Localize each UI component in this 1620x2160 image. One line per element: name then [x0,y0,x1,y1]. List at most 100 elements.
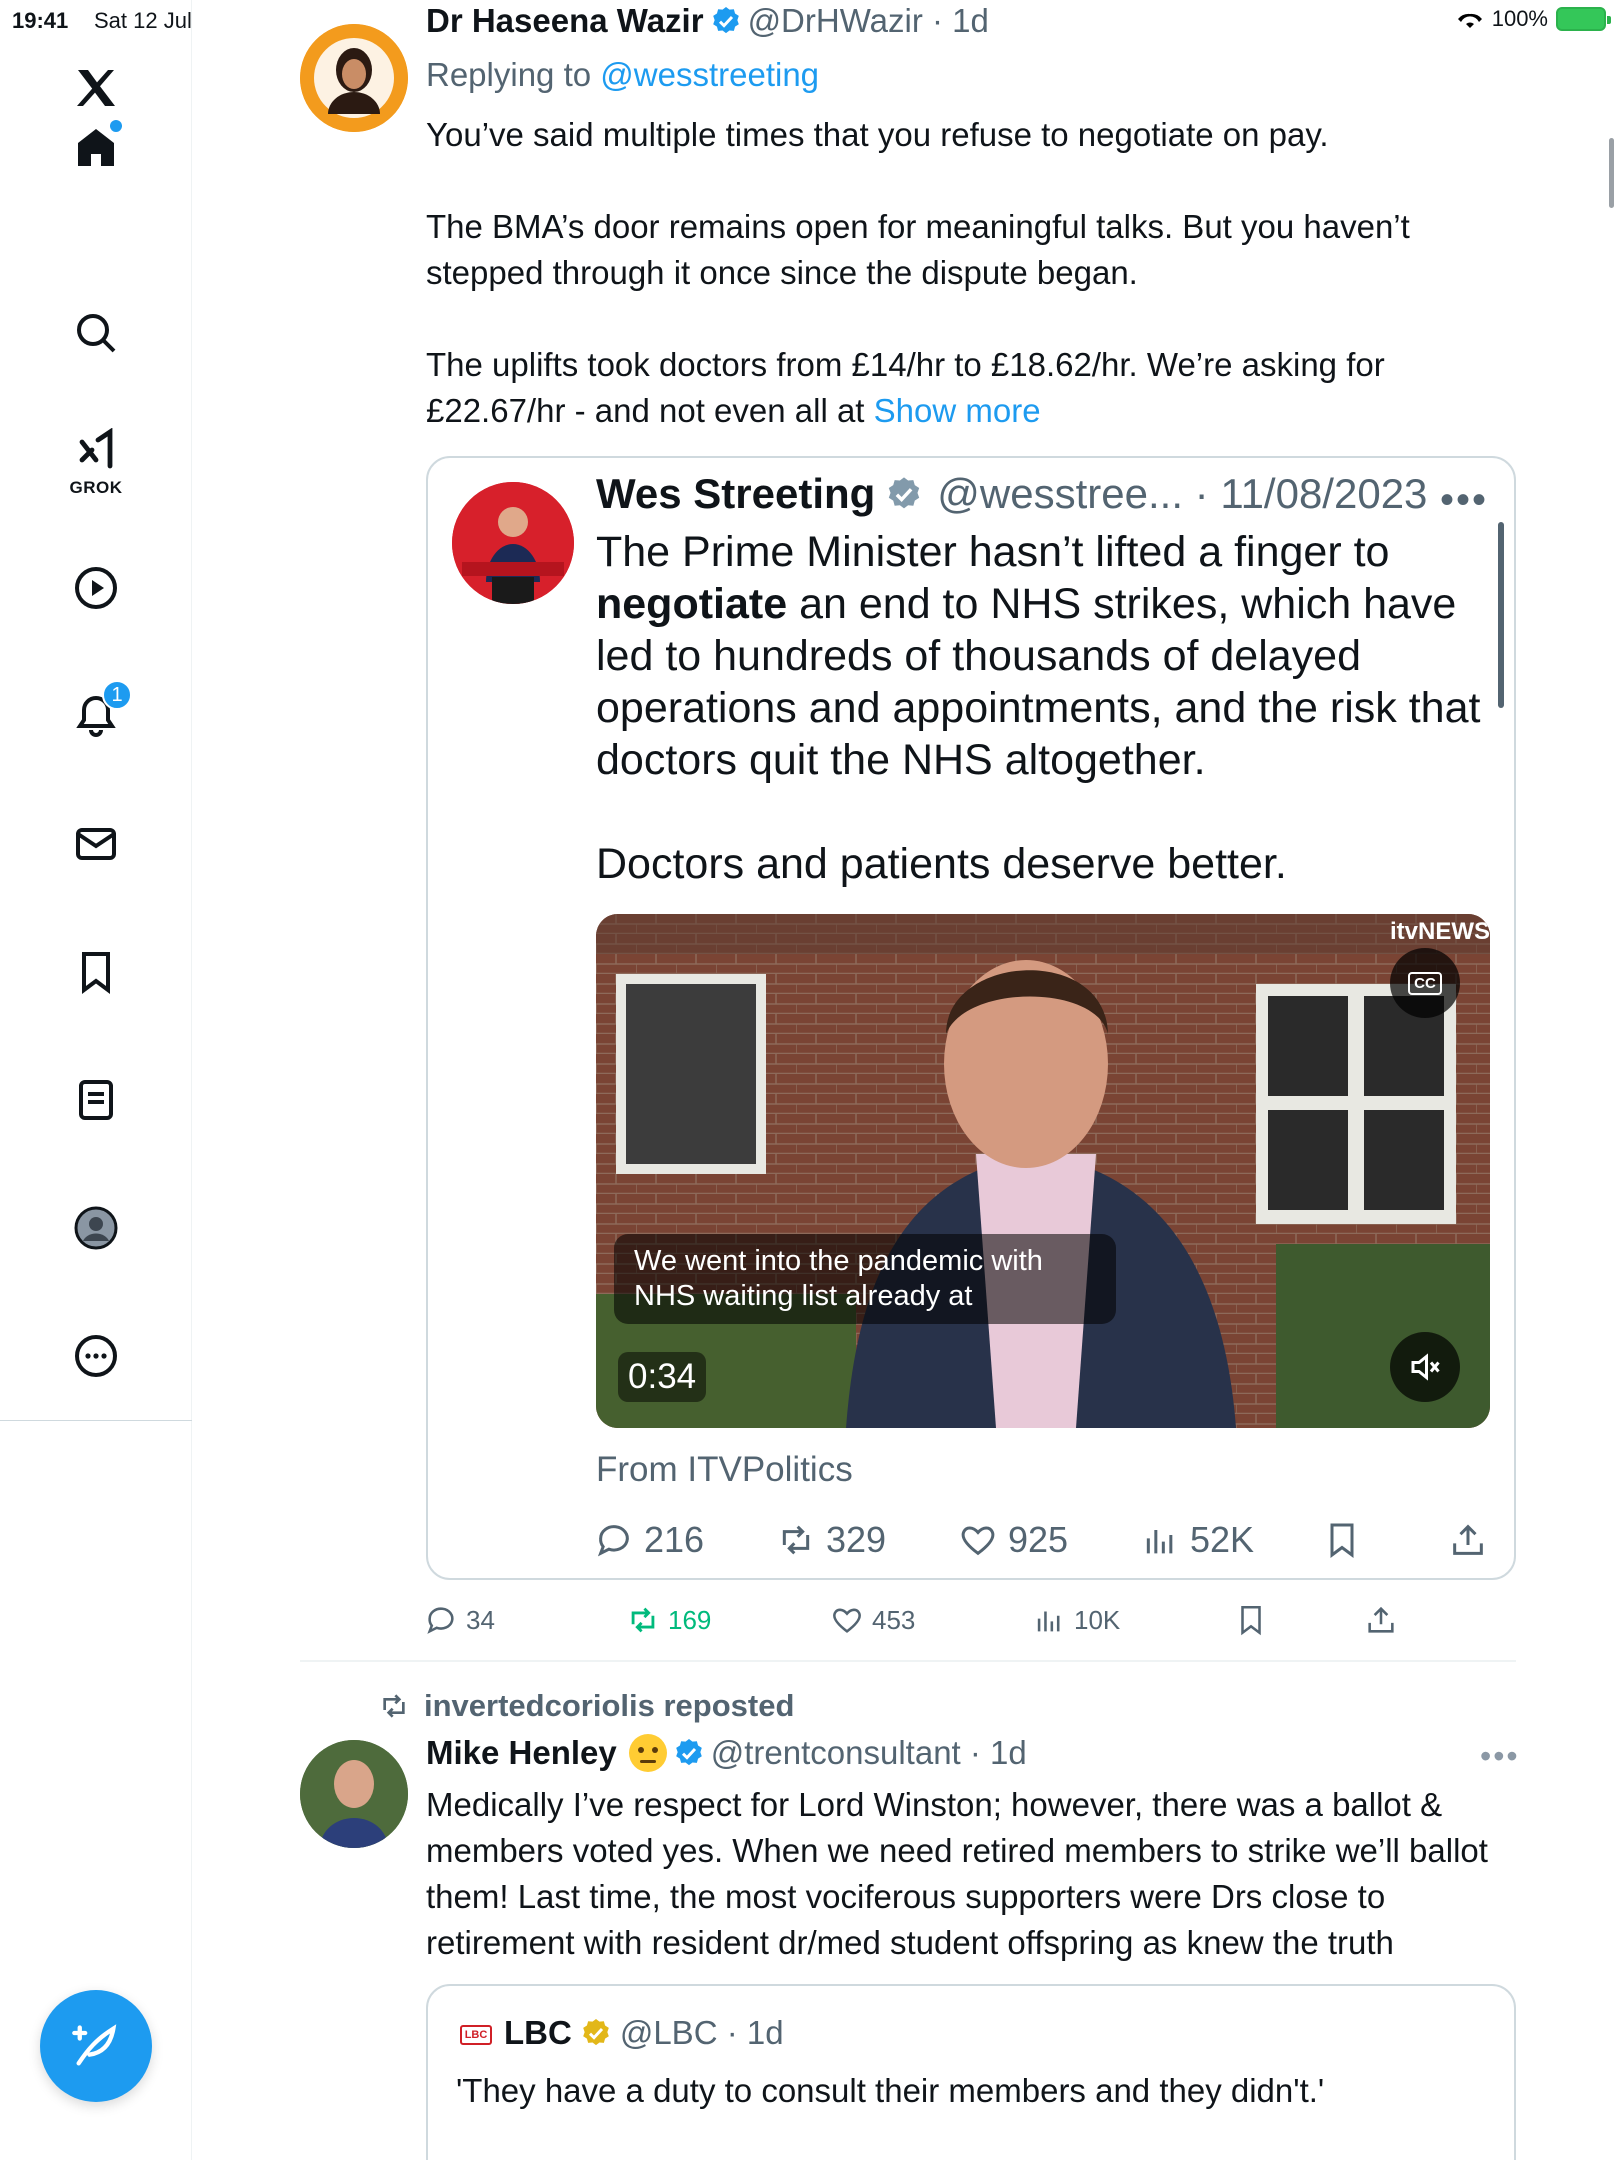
avatar[interactable] [300,1740,408,1848]
quoted-like-action[interactable]: 925 [958,1514,1068,1566]
tweet-text: Medically I’ve respect for Lord Winston;… [426,1786,1488,1961]
bookmark-icon [1330,1523,1354,1558]
quoted-text-pre: The Prime Minister hasn’t lifted a finge… [596,528,1390,576]
quoted-paragraph: Doctors and patients deserve better. [596,840,1287,888]
grok-label: GROK [69,478,123,497]
repost-icon [631,1607,655,1633]
quoted-bookmark-action[interactable] [1322,1514,1362,1566]
repost-action[interactable]: 169 [626,1598,711,1642]
wifi-icon [1457,13,1482,28]
left-nav-rail: GROK 1 [0,0,192,2160]
tweet-text: You’ve said multiple times that you refu… [426,112,1526,434]
repost-count: 329 [826,1519,887,1560]
profile-icon[interactable] [56,1188,136,1268]
more-options-icon[interactable]: ••• [1440,478,1488,523]
verified-gray-badge-icon [889,477,920,509]
search-icon[interactable] [56,293,136,373]
status-right: 100% [1456,6,1611,32]
verified-gold-badge-icon [583,2019,609,2046]
more-icon[interactable] [56,1316,136,1396]
raised-eyebrow-emoji-icon [628,1734,667,1772]
share-icon [1453,1524,1483,1555]
repost-count: 169 [668,1604,712,1635]
home-icon[interactable] [56,108,136,188]
lbc-logo: LBC [460,2025,492,2045]
quoted-handle-date: @wesstree... · 11/08/2023 [937,470,1428,517]
author-name[interactable]: Mike Henley [426,1734,617,1772]
notifications-icon[interactable]: 1 [56,676,136,756]
notifications-badge: 1 [102,680,132,710]
cc-label: CC [1408,971,1442,995]
tweet-author-line: Mike Henley @trentconsultant · 1d [426,1734,1027,1772]
author-name[interactable]: Dr Haseena Wazir [426,2,704,40]
heart-icon [961,1526,995,1556]
video-player[interactable]: itvNEWS CC We went into the pandemic wit… [596,914,1490,1428]
compose-feather-icon [72,2024,117,2066]
quoted-author-name[interactable]: Wes Streeting [596,470,875,518]
quoted-author-line: Wes Streeting @wesstree... · 11/08/2023 [596,470,1427,518]
verified-badge-icon [675,1739,702,1766]
reply-icon [427,1607,454,1634]
video-frame [596,914,1490,1428]
tweet-divider [300,1660,1516,1662]
share-icon [1368,1606,1394,1633]
views-icon [1037,1611,1060,1632]
video-icon[interactable] [56,548,136,628]
reply-action[interactable]: 34 [424,1598,495,1642]
quoted-author-line: LBC @LBC · 1d [504,2014,784,2052]
verified-badge-icon [712,7,739,34]
messages-icon[interactable] [56,804,136,884]
quoted-author-name[interactable]: LBC [504,2014,572,2052]
quoted-reply-action[interactable]: 216 [594,1514,704,1566]
replying-label: Replying to [426,56,592,93]
quoted-tweet-text: The Prime Minister hasn’t lifted a finge… [596,526,1496,890]
like-count: 925 [1008,1519,1069,1560]
tweet-paragraph: The uplifts took doctors from £14/hr to … [426,342,1526,434]
like-action[interactable]: 453 [830,1598,915,1642]
author-handle-time: @trentconsultant · 1d [710,1734,1027,1771]
quoted-paragraph: The Prime Minister hasn’t lifted a finge… [596,526,1496,786]
battery-icon [1556,7,1611,31]
battery-percent: 100% [1491,6,1548,31]
closed-captions-button[interactable]: CC [1390,948,1460,1018]
video-duration: 0:34 [618,1352,707,1402]
page-scrollbar[interactable] [1609,138,1614,208]
repost-icon [782,1525,810,1555]
quoted-tweet-text: 'They have a duty to consult their membe… [456,2072,1325,2109]
from-attribution[interactable]: From ITVPolitics [596,1450,853,1490]
heart-icon [833,1608,861,1633]
share-action[interactable] [1364,1598,1398,1642]
quoted-repost-action[interactable]: 329 [776,1514,886,1566]
reply-icon [597,1525,629,1557]
tweet-author-line: Dr Haseena Wazir @DrHWazir · 1d [426,2,989,40]
tweet-paragraph: The BMA’s door remains open for meaningf… [426,208,1410,291]
bookmark-icon [1241,1605,1261,1636]
quoted-avatar[interactable] [452,482,574,604]
compose-button[interactable] [40,1990,152,2102]
tweet-paragraph: You’ve said multiple times that you refu… [426,116,1329,153]
avatar[interactable] [300,24,408,132]
replying-handle-link[interactable]: @wesstreeting [600,56,819,93]
bookmark-action[interactable] [1234,1598,1268,1642]
bookmarks-icon[interactable] [56,932,136,1012]
replying-to: Replying to @wesstreeting [426,56,819,94]
lists-icon[interactable] [56,1060,136,1140]
author-handle-time: @DrHWazir · 1d [747,2,989,39]
quoted-share-action[interactable] [1448,1514,1488,1566]
rail-divider [0,1420,192,1421]
video-caption: We went into the pandemic with NHS waiti… [614,1234,1116,1324]
reposted-by[interactable]: invertedcoriolis reposted [378,1688,794,1724]
reposted-by-label: invertedcoriolis reposted [424,1688,795,1723]
quoted-text-bold: negotiate [596,580,788,628]
more-options-icon[interactable]: ••• [1480,1738,1520,1775]
quoted-views-action[interactable]: 52K [1140,1514,1254,1566]
mute-button[interactable] [1390,1332,1460,1402]
muted-speaker-icon [1411,1353,1440,1381]
quoted-scrollbar[interactable] [1498,522,1504,708]
views-count: 10K [1074,1604,1121,1635]
repost-icon [383,1694,405,1718]
views-action[interactable]: 10K [1032,1598,1120,1642]
views-count: 52K [1190,1519,1255,1560]
reply-count: 34 [466,1604,495,1635]
show-more-link[interactable]: Show more [874,392,1041,429]
